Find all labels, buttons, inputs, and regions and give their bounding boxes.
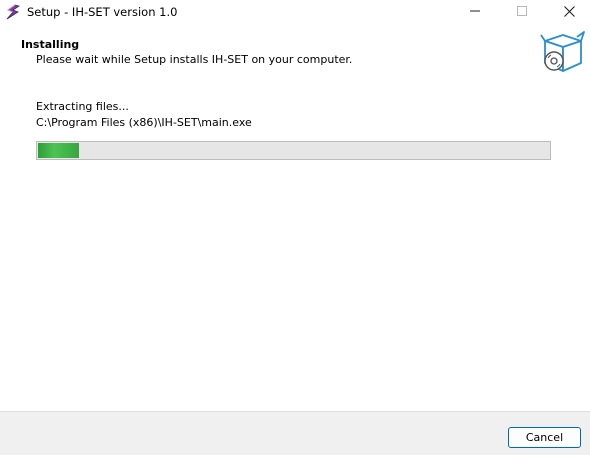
page-title: Installing — [21, 38, 80, 51]
close-button[interactable] — [546, 0, 590, 25]
status-label: Extracting files... — [36, 100, 129, 113]
wizard-footer — [0, 412, 590, 455]
minimize-icon — [470, 6, 480, 19]
page-subtitle: Please wait while Setup installs IH-SET … — [36, 53, 353, 66]
current-file-path: C:\Program Files (x86)\IH-SET\main.exe — [36, 116, 252, 129]
install-box-disc-icon — [537, 29, 587, 79]
progress-bar — [36, 141, 551, 160]
maximize-button[interactable] — [499, 0, 545, 25]
title-bar[interactable]: Setup - IH-SET version 1.0 — [0, 0, 590, 25]
maximize-icon — [517, 6, 527, 19]
minimize-button[interactable] — [452, 0, 498, 25]
setup-wizard-icon — [4, 4, 22, 21]
progress-bar-fill — [38, 143, 79, 158]
window-title: Setup - IH-SET version 1.0 — [27, 5, 178, 19]
wizard-header: Installing Please wait while Setup insta… — [0, 25, 590, 86]
cancel-button[interactable]: Cancel — [508, 427, 581, 448]
close-icon — [563, 5, 575, 20]
